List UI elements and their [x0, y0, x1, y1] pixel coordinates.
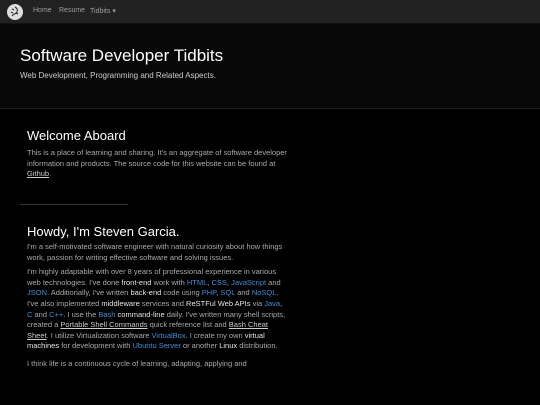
text-span: work with: [151, 277, 187, 287]
text-span: . I use the: [63, 309, 99, 319]
text-span: quick reference list and: [147, 320, 229, 330]
php-link[interactable]: PHP: [202, 288, 216, 297]
frontend-term: front-end: [121, 277, 152, 287]
text-span: or another: [180, 341, 220, 351]
text-span: and: [266, 277, 281, 287]
about-experience: I'm highly adaptable with over 8 years o…: [27, 267, 289, 352]
welcome-text-end: .: [49, 169, 52, 179]
virtualbox-link[interactable]: VirtualBox: [152, 331, 186, 340]
backend-term: back-end: [130, 288, 162, 298]
nav-tidbits-label: Tidbits: [90, 8, 111, 15]
text-span: . Additionally, I've written: [47, 288, 131, 298]
welcome-heading: Welcome Aboard: [27, 128, 126, 143]
sql-link[interactable]: SQL: [220, 288, 235, 297]
page-title: Software Developer Tidbits: [20, 46, 224, 65]
linux-term: Linux: [219, 341, 238, 351]
middleware-term: middleware: [101, 298, 140, 308]
nosql-link[interactable]: NoSQL: [252, 288, 277, 297]
hero-banner: Software Developer Tidbits Web Developme…: [0, 24, 540, 109]
welcome-text-body: This is a place of learning and sharing.…: [27, 148, 287, 168]
nav-home-link[interactable]: Home: [33, 7, 52, 14]
text-span: services and: [139, 298, 187, 308]
java-link[interactable]: Java: [264, 299, 280, 308]
text-span: via: [250, 298, 265, 308]
nav-tidbits-dropdown[interactable]: Tidbits ▾: [90, 7, 116, 15]
top-navbar: Home Resume Tidbits ▾: [0, 0, 540, 24]
page-subtitle: Web Development, Programming and Related…: [20, 71, 216, 80]
ubuntu-server-link[interactable]: Ubuntu Server: [132, 341, 180, 350]
json-link[interactable]: JSON: [27, 288, 47, 297]
github-link[interactable]: Github: [27, 169, 49, 178]
restful-term: ReSTFul Web APIs: [186, 298, 251, 308]
chevron-down-icon: ▾: [112, 8, 116, 15]
text-span: . I utilize Virtualization software: [46, 330, 152, 340]
commandline-term: command-line: [117, 309, 165, 319]
bash-link[interactable]: Bash: [98, 310, 115, 319]
portable-shell-link[interactable]: Portable Shell Commands: [60, 320, 147, 329]
html-link[interactable]: HTML: [187, 278, 207, 287]
text-span: ,: [280, 298, 283, 308]
cpp-link[interactable]: C++: [49, 310, 63, 319]
about-section: Howdy, I'm Steven Garcia. I'm a self-mot…: [27, 224, 289, 370]
javascript-link[interactable]: JavaScript: [231, 278, 266, 287]
section-divider: [20, 204, 128, 205]
text-span: and: [32, 309, 50, 319]
lizard-logo-graphic: [10, 6, 19, 17]
text-span: and: [235, 288, 252, 298]
welcome-text: This is a place of learning and sharing.…: [27, 148, 289, 180]
welcome-section: Welcome Aboard This is a place of learni…: [27, 128, 289, 180]
nav-resume-link[interactable]: Resume: [59, 7, 85, 14]
text-span: for development with: [59, 341, 133, 351]
lizard-logo-icon[interactable]: [7, 4, 23, 20]
text-span: . I create my own: [185, 330, 245, 340]
about-heading: Howdy, I'm Steven Garcia.: [27, 224, 180, 239]
css-link[interactable]: CSS: [211, 278, 226, 287]
text-span: distribution.: [237, 341, 278, 351]
about-philosophy: I think life is a continuous cycle of le…: [27, 358, 247, 368]
text-span: code using: [161, 288, 202, 298]
about-intro: I'm a self-motivated software engineer w…: [27, 242, 283, 262]
